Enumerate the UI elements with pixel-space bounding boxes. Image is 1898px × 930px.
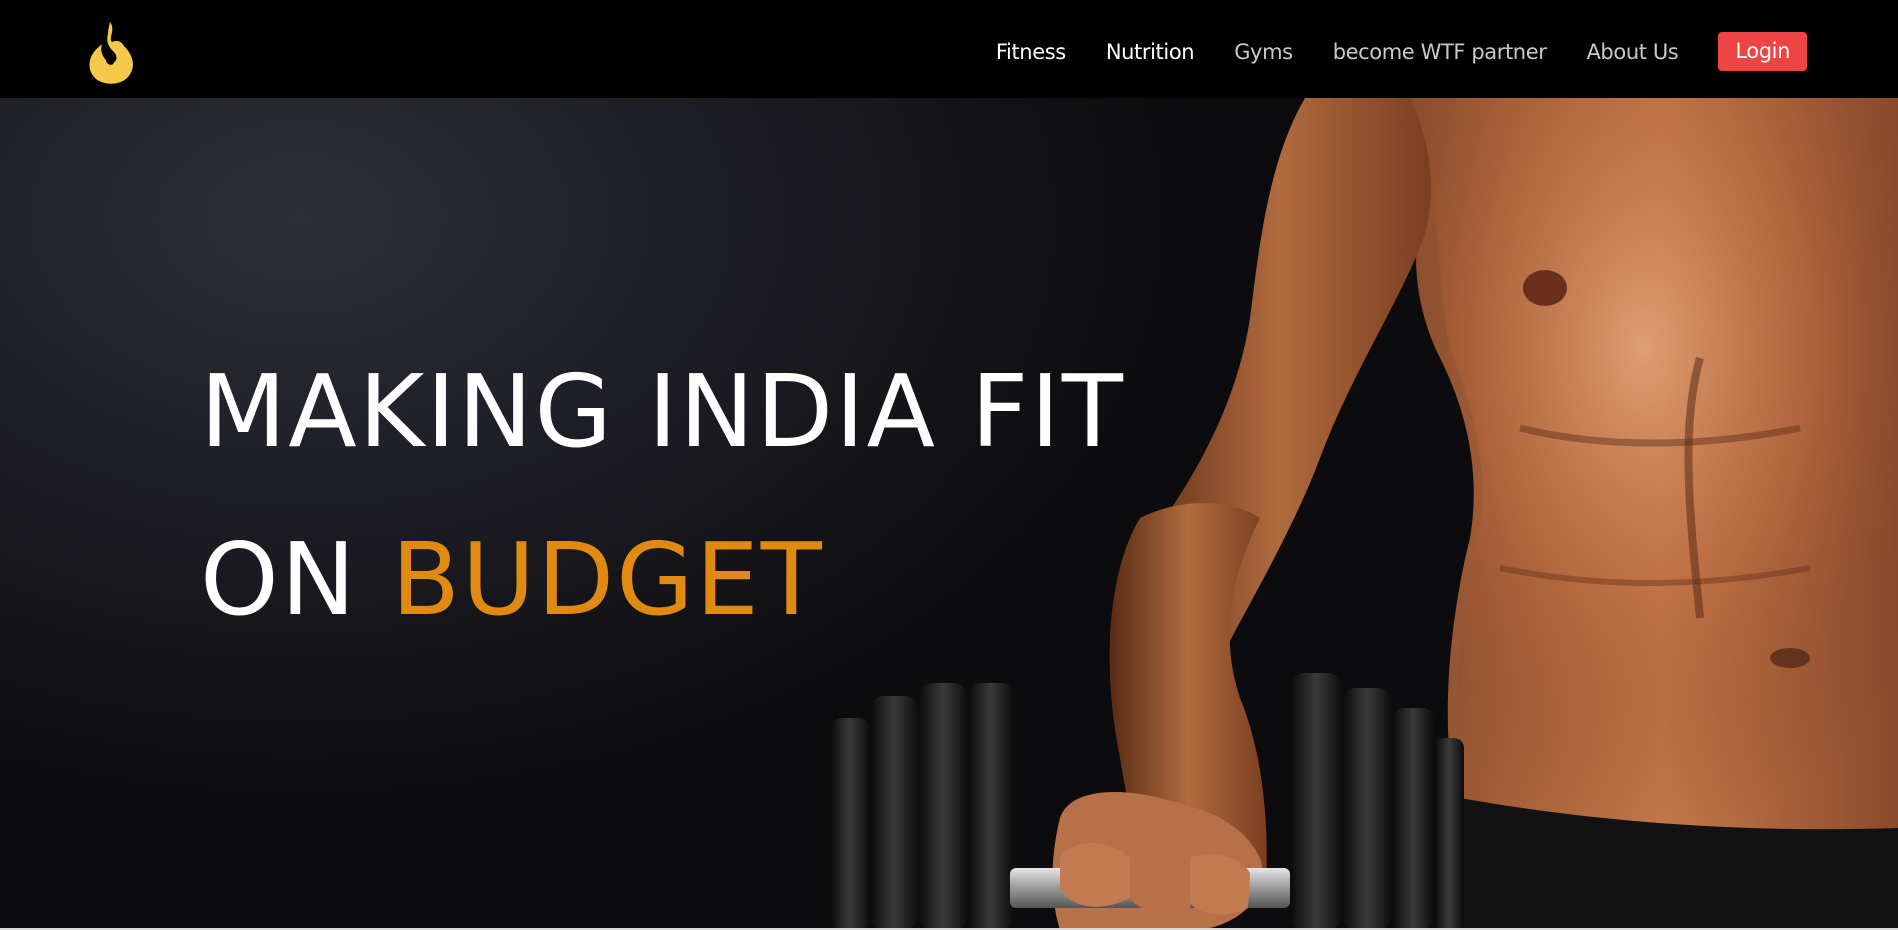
- main-nav: Fitness Nutrition Gyms become WTF partne…: [956, 32, 1807, 71]
- nav-become-partner[interactable]: become WTF partner: [1333, 40, 1547, 64]
- nav-gyms[interactable]: Gyms: [1234, 40, 1293, 64]
- top-navbar: Fitness Nutrition Gyms become WTF partne…: [0, 0, 1898, 98]
- nav-fitness[interactable]: Fitness: [996, 40, 1066, 64]
- hero-headline: MAKING INDIA FIT ON BUDGET: [200, 328, 1125, 664]
- hero-headline-prefix: ON: [200, 521, 358, 638]
- login-button[interactable]: Login: [1718, 32, 1807, 71]
- nav-about-us[interactable]: About Us: [1586, 40, 1678, 64]
- flame-icon[interactable]: [86, 20, 138, 86]
- landing-page: Fitness Nutrition Gyms become WTF partne…: [0, 0, 1898, 930]
- hero-section: MAKING INDIA FIT ON BUDGET: [0, 98, 1898, 930]
- hero-headline-line1: MAKING INDIA FIT: [200, 353, 1125, 470]
- nav-nutrition[interactable]: Nutrition: [1106, 40, 1195, 64]
- hero-headline-accent: BUDGET: [391, 521, 824, 638]
- hero-headline-line2: ON BUDGET: [200, 496, 1125, 664]
